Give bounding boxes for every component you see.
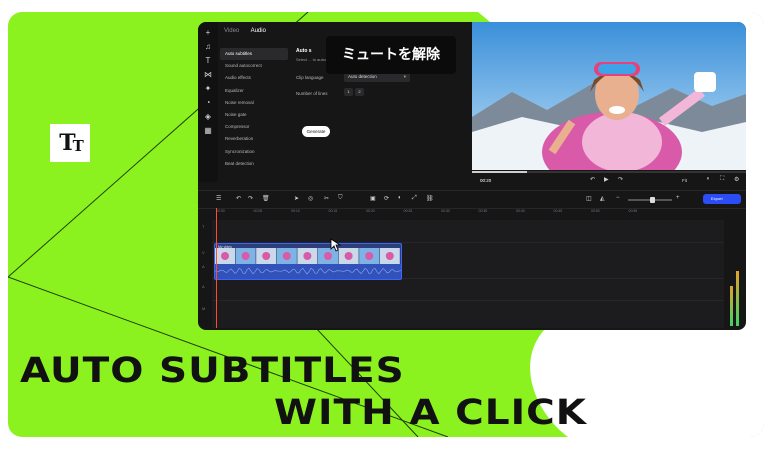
zoom-select[interactable]: Fit bbox=[682, 178, 687, 183]
mouse-cursor-icon bbox=[330, 238, 342, 252]
track-label-video: V bbox=[202, 250, 205, 255]
add-icon[interactable]: + bbox=[203, 28, 213, 38]
ruler-tick-label: 00:20 bbox=[366, 209, 375, 213]
clip-label: My video bbox=[218, 245, 233, 249]
timeline-toolbar: ☰ ↶ ↷ 🗑 ➤ ◎ ✂ ⛉ ▣ ⟳ ◐ ⤢ ⛓ ◫ ◭ − + Export bbox=[198, 190, 746, 209]
transition-icon[interactable]: ⋈ bbox=[203, 70, 213, 80]
generate-button[interactable]: Generate bbox=[302, 126, 330, 137]
ruler-tick-label: 00:15 bbox=[328, 209, 338, 213]
video-preview bbox=[472, 22, 746, 170]
preview-image bbox=[472, 22, 746, 170]
menu-item-sound-autocorrect[interactable]: Sound autocorrect bbox=[220, 60, 288, 72]
timecode: 00:20 bbox=[480, 178, 492, 183]
menu-item-compressor[interactable]: Compressor bbox=[220, 121, 288, 133]
headline-line-1: AUTO SUBTITLES bbox=[20, 350, 405, 391]
play-icon[interactable]: ▶ bbox=[604, 176, 609, 183]
select-cursor-icon[interactable]: ➤ bbox=[294, 195, 299, 202]
ruler-tick-label: 00:05 bbox=[253, 209, 263, 213]
ruler-tick-label: 00:55 bbox=[628, 209, 638, 213]
clip-thumbnails bbox=[215, 248, 401, 279]
panel-tabs: Video Audio bbox=[224, 28, 276, 34]
fullscreen-icon[interactable]: ⛶ bbox=[720, 176, 724, 183]
zoom-in-icon[interactable]: + bbox=[676, 195, 680, 201]
delete-icon[interactable]: 🗑 bbox=[262, 195, 270, 202]
effects-icon[interactable]: ✦ bbox=[203, 84, 213, 94]
tt-logo: TT bbox=[50, 124, 90, 162]
volume-icon[interactable]: ◖ bbox=[706, 176, 710, 182]
music-icon[interactable]: ♫ bbox=[203, 42, 213, 52]
sticker-icon[interactable]: ◈ bbox=[203, 112, 213, 122]
video-clip[interactable]: My video bbox=[214, 243, 402, 280]
rewind-icon[interactable]: ↶ bbox=[590, 176, 595, 183]
ruler-tick-label: 00:10 bbox=[291, 209, 300, 213]
shield-icon[interactable]: ⛉ bbox=[338, 195, 343, 202]
track-label-text: T bbox=[202, 224, 205, 229]
headline-line-2: WITH A CLICK bbox=[274, 392, 587, 433]
lines-option-1[interactable]: 1 bbox=[344, 88, 353, 96]
menu-item-syncronization[interactable]: Syncronization bbox=[220, 146, 288, 158]
ruler-tick-label: 00:30 bbox=[441, 209, 450, 213]
ruler-tick-label: 00:50 bbox=[591, 209, 600, 213]
split-icon[interactable]: ✂ bbox=[324, 195, 329, 202]
menu-item-audio-effects[interactable]: Audio effects bbox=[220, 72, 288, 84]
menu-item-auto-subtitles[interactable]: Auto subtitles bbox=[220, 48, 288, 61]
menu-item-beat-detection[interactable]: Beat detection bbox=[220, 158, 288, 170]
menu-item-reverberation[interactable]: Reverberation bbox=[220, 133, 288, 145]
zoom-slider-handle[interactable] bbox=[650, 196, 655, 203]
transform-icon[interactable]: ⤢ bbox=[412, 195, 417, 202]
menu-item-noise-gate[interactable]: Noise gate bbox=[220, 109, 288, 121]
number-of-lines-label: Number of lines bbox=[296, 91, 328, 96]
audio-detach-icon[interactable]: ◫ bbox=[586, 195, 592, 202]
left-tool-rail: + ♫ T ⋈ ✦ ◔ ◈ ▦ bbox=[198, 22, 218, 182]
tab-video[interactable]: Video bbox=[224, 28, 239, 34]
track-label-music: M bbox=[202, 306, 206, 311]
crop-icon[interactable]: ▣ bbox=[370, 195, 376, 202]
track-label-audio-2: A bbox=[202, 284, 205, 289]
tab-audio[interactable]: Audio bbox=[251, 28, 266, 34]
playhead[interactable] bbox=[216, 208, 217, 328]
zoom-out-icon[interactable]: − bbox=[616, 195, 620, 201]
clip-language-label: Clip language bbox=[296, 75, 324, 80]
unmute-tooltip: ミュートを解除 bbox=[326, 36, 456, 74]
ruler-tick-label: 00:25 bbox=[403, 209, 413, 213]
audio-level-meter bbox=[728, 216, 742, 326]
menu-item-noise-removal[interactable]: Noise removal bbox=[220, 97, 288, 109]
tracks-icon[interactable]: ☰ bbox=[216, 195, 221, 202]
export-button[interactable]: Export bbox=[703, 194, 741, 204]
number-of-lines-row: Number of lines 1 2 bbox=[296, 86, 466, 102]
video-editor-window: + ♫ T ⋈ ✦ ◔ ◈ ▦ Video Audio Auto subtitl… bbox=[198, 22, 746, 330]
magnet-icon[interactable]: ◎ bbox=[308, 195, 313, 202]
ruler-tick-label: 00:00 bbox=[216, 209, 225, 213]
number-of-lines-options: 1 2 bbox=[344, 88, 364, 96]
forward-icon[interactable]: ↷ bbox=[618, 176, 623, 183]
thumbnail-frame: TT + ♫ T ⋈ ✦ ◔ ◈ ▦ Video Audio Auto subt… bbox=[8, 12, 764, 437]
color-icon[interactable]: ◐ bbox=[398, 195, 402, 201]
grid-icon[interactable]: ▦ bbox=[203, 126, 213, 136]
ruler-tick-label: 00:45 bbox=[553, 209, 563, 213]
link-icon[interactable]: ⛓ bbox=[426, 195, 434, 202]
track-label-audio: A bbox=[202, 264, 205, 269]
playback-controls: 00:20 ↶ ▶ ↷ Fit ◖ ⛶ ⚙ bbox=[472, 170, 746, 190]
undo-icon[interactable]: ↶ bbox=[236, 195, 241, 202]
filter-icon[interactable]: ◔ bbox=[203, 98, 213, 108]
menu-item-equalizer[interactable]: Equalizer bbox=[220, 85, 288, 97]
ruler-tick-label: 00:35 bbox=[478, 209, 488, 213]
speed-icon[interactable]: ⟳ bbox=[384, 195, 389, 202]
text-icon[interactable]: T bbox=[203, 56, 213, 66]
marker-icon[interactable]: ◭ bbox=[600, 195, 605, 202]
settings-icon[interactable]: ⚙ bbox=[734, 176, 739, 183]
timeline-ruler[interactable]: 00:00 00:05 00:10 00:15 00:20 00:25 00:30 00:35… bbox=[212, 208, 722, 218]
playback-progress[interactable] bbox=[472, 171, 746, 173]
lines-option-2[interactable]: 2 bbox=[355, 88, 364, 96]
redo-icon[interactable]: ↷ bbox=[248, 195, 253, 202]
ruler-tick-label: 00:40 bbox=[516, 209, 525, 213]
audio-tools-menu: Auto subtitles Sound autocorrect Audio e… bbox=[220, 48, 288, 170]
